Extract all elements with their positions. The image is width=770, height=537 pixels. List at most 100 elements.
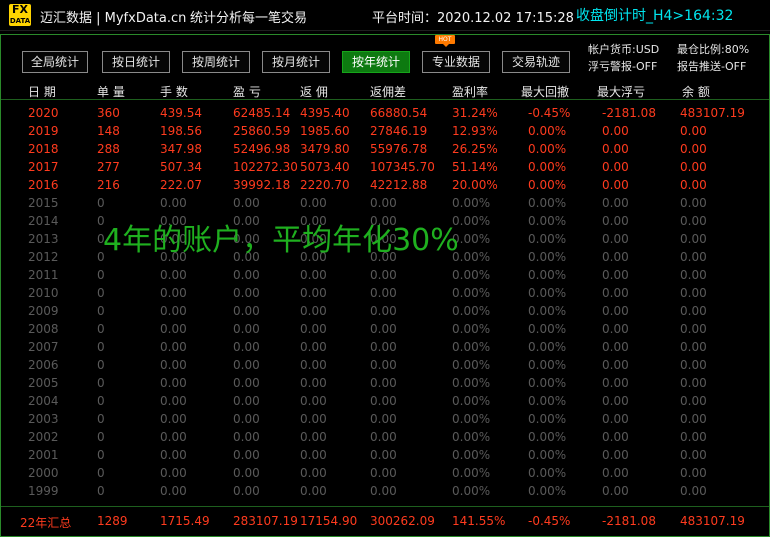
cell-profit: 0.00 xyxy=(233,394,260,408)
tab-daily-stats[interactable]: 按日统计 xyxy=(102,51,170,73)
cell-rebate: 0.00 xyxy=(300,430,327,444)
table-row[interactable]: 2011 0 0.00 0.00 0.00 0.00 0.00% 0.00% 0.00 0.00 xyxy=(1,267,769,285)
cell-profit: 0.00 xyxy=(233,448,260,462)
cell-date: 2006 xyxy=(28,358,59,372)
cell-orders: 216 xyxy=(97,178,120,192)
cell-rebate-diff: 0.00 xyxy=(370,448,397,462)
cell-rebate: 0.00 xyxy=(300,268,327,282)
cell-profit: 62485.14 xyxy=(233,106,291,120)
table-row[interactable]: 2006 0 0.00 0.00 0.00 0.00 0.00% 0.00% 0.00 0.00 xyxy=(1,357,769,375)
table-row[interactable]: 2004 0 0.00 0.00 0.00 0.00 0.00% 0.00% 0.00 0.00 xyxy=(1,393,769,411)
cell-balance: 0.00 xyxy=(680,376,707,390)
cell-orders: 0 xyxy=(97,340,105,354)
cell-profit: 0.00 xyxy=(233,466,260,480)
tab-weekly-stats[interactable]: 按周统计 xyxy=(182,51,250,73)
cell-balance: 0.00 xyxy=(680,196,707,210)
cell-balance: 0.00 xyxy=(680,304,707,318)
cell-rebate: 0.00 xyxy=(300,358,327,372)
cell-orders: 0 xyxy=(97,322,105,336)
cell-balance: 0.00 xyxy=(680,322,707,336)
summary-balance: 483107.19 xyxy=(680,514,745,528)
cell-profit: 102272.30 xyxy=(233,160,298,174)
report-push[interactable]: 报告推送-OFF xyxy=(677,58,746,74)
cell-profit: 0.00 xyxy=(233,196,260,210)
cell-lots: 0.00 xyxy=(160,430,187,444)
cell-date: 2000 xyxy=(28,466,59,480)
cell-profit-rate: 0.00% xyxy=(452,322,491,336)
summary-orders: 1289 xyxy=(97,514,128,528)
cell-orders: 288 xyxy=(97,142,120,156)
cell-profit: 52496.98 xyxy=(233,142,291,156)
table-row[interactable]: 2000 0 0.00 0.00 0.00 0.00 0.00% 0.00% 0.00 0.00 xyxy=(1,465,769,483)
cell-balance: 0.00 xyxy=(680,232,707,246)
table-row[interactable]: 2003 0 0.00 0.00 0.00 0.00 0.00% 0.00% 0.00 0.00 xyxy=(1,411,769,429)
cell-rebate-diff: 0.00 xyxy=(370,430,397,444)
cell-max-float-loss: 0.00 xyxy=(602,448,629,462)
cell-max-float-loss: 0.00 xyxy=(602,358,629,372)
table-row[interactable]: 2020 360 439.54 62485.14 4395.40 66880.54 31.2… xyxy=(1,105,769,123)
cell-lots: 0.00 xyxy=(160,304,187,318)
float-loss-alert[interactable]: 浮亏警报-OFF xyxy=(588,58,657,74)
table-row[interactable]: 2016 216 222.07 39992.18 2220.70 42212.88 20.0… xyxy=(1,177,769,195)
cell-balance: 0.00 xyxy=(680,214,707,228)
cell-date: 2019 xyxy=(28,124,59,138)
table-row[interactable]: 2019 148 198.56 25860.59 1985.60 27846.19 12.9… xyxy=(1,123,769,141)
table-row[interactable]: 2010 0 0.00 0.00 0.00 0.00 0.00% 0.00% 0.00 0.00 xyxy=(1,285,769,303)
cell-date: 2007 xyxy=(28,340,59,354)
tab-pro-data[interactable]: 专业数据 xyxy=(422,51,490,73)
cell-max-float-loss: 0.00 xyxy=(602,160,629,174)
cell-lots: 198.56 xyxy=(160,124,202,138)
table-row[interactable]: 2018 288 347.98 52496.98 3479.80 55976.78 26.2… xyxy=(1,141,769,159)
table-row[interactable]: 2017 277 507.34 102272.30 5073.40 107345.70 51… xyxy=(1,159,769,177)
logo-text-bottom: DATA xyxy=(9,17,31,25)
col-profit: 盈 亏 xyxy=(233,85,261,99)
cell-max-drawdown: 0.00% xyxy=(528,214,567,228)
tab-global-stats[interactable]: 全局统计 xyxy=(22,51,88,73)
col-lots: 手 数 xyxy=(160,85,188,99)
summary-rebate: 17154.90 xyxy=(300,514,358,528)
table-row[interactable]: 1999 0 0.00 0.00 0.00 0.00 0.00% 0.00% 0.00 0.00 xyxy=(1,483,769,501)
cell-rebate: 3479.80 xyxy=(300,142,350,156)
table-row[interactable]: 2008 0 0.00 0.00 0.00 0.00 0.00% 0.00% 0.00 0.00 xyxy=(1,321,769,339)
cell-rebate-diff: 55976.78 xyxy=(370,142,428,156)
cell-profit: 0.00 xyxy=(233,376,260,390)
cell-profit: 0.00 xyxy=(233,322,260,336)
tab-monthly-stats[interactable]: 按月统计 xyxy=(262,51,330,73)
cell-rebate-diff: 0.00 xyxy=(370,484,397,498)
cell-rebate-diff: 0.00 xyxy=(370,268,397,282)
cell-max-drawdown: 0.00% xyxy=(528,160,567,174)
cell-date: 2015 xyxy=(28,196,59,210)
cell-date: 2014 xyxy=(28,214,59,228)
cell-profit: 0.00 xyxy=(233,304,260,318)
stats-panel: 全局统计 按日统计 按周统计 按月统计 按年统计 专业数据 HOT 交易轨迹 帐… xyxy=(0,34,770,537)
cell-rebate: 0.00 xyxy=(300,466,327,480)
table-row[interactable]: 2015 0 0.00 0.00 0.00 0.00 0.00% 0.00% 0.00 0.00 xyxy=(1,195,769,213)
cell-profit-rate: 0.00% xyxy=(452,466,491,480)
tab-yearly-stats[interactable]: 按年统计 xyxy=(342,51,410,73)
cell-date: 2004 xyxy=(28,394,59,408)
cell-lots: 0.00 xyxy=(160,376,187,390)
cell-orders: 0 xyxy=(97,268,105,282)
cell-date: 1999 xyxy=(28,484,59,498)
table-row[interactable]: 2007 0 0.00 0.00 0.00 0.00 0.00% 0.00% 0.00 0.00 xyxy=(1,339,769,357)
cell-profit: 0.00 xyxy=(233,412,260,426)
cell-orders: 277 xyxy=(97,160,120,174)
cell-lots: 0.00 xyxy=(160,286,187,300)
table-row[interactable]: 2002 0 0.00 0.00 0.00 0.00 0.00% 0.00% 0.00 0.00 xyxy=(1,429,769,447)
summary-label: 22年汇总 xyxy=(20,516,72,530)
cell-balance: 0.00 xyxy=(680,250,707,264)
cell-profit-rate: 0.00% xyxy=(452,304,491,318)
cell-orders: 0 xyxy=(97,484,105,498)
cell-date: 2001 xyxy=(28,448,59,462)
table-row[interactable]: 2001 0 0.00 0.00 0.00 0.00 0.00% 0.00% 0.00 0.00 xyxy=(1,447,769,465)
cell-max-drawdown: 0.00% xyxy=(528,124,567,138)
tab-trade-track[interactable]: 交易轨迹 xyxy=(502,51,570,73)
cell-lots: 0.00 xyxy=(160,394,187,408)
table-row[interactable]: 2009 0 0.00 0.00 0.00 0.00 0.00% 0.00% 0.00 0.00 xyxy=(1,303,769,321)
cell-rebate-diff: 0.00 xyxy=(370,376,397,390)
cell-rebate: 0.00 xyxy=(300,322,327,336)
table-row[interactable]: 2005 0 0.00 0.00 0.00 0.00 0.00% 0.00% 0.00 0.00 xyxy=(1,375,769,393)
cell-date: 2016 xyxy=(28,178,59,192)
app-subtitle: 统计分析每一笔交易 xyxy=(190,11,308,26)
cell-max-float-loss: 0.00 xyxy=(602,286,629,300)
